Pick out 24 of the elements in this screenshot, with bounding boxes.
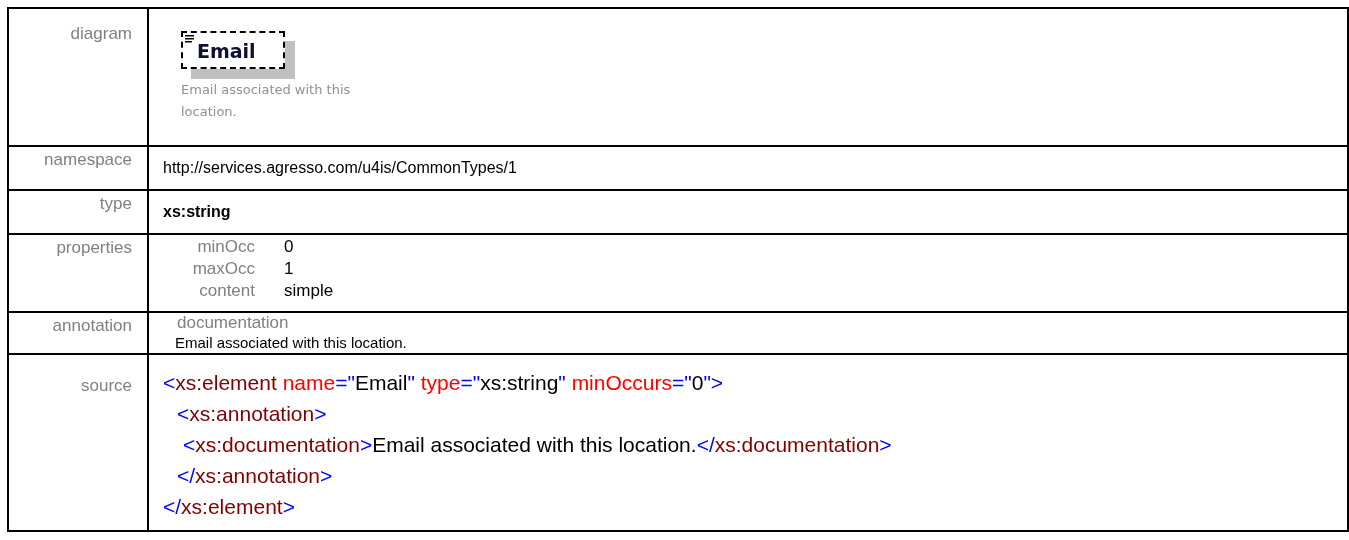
lines-icon bbox=[185, 35, 194, 43]
annotation-text: Email associated with this location. bbox=[175, 333, 408, 353]
code-line: <xs:annotation> bbox=[176, 401, 328, 427]
property-value: 0 bbox=[284, 236, 295, 258]
row-label: namespace bbox=[44, 150, 132, 169]
code-line: <xs:documentation>Email associated with this location.</xs:documentation> bbox=[182, 432, 893, 458]
code-line: <xs:element name="Email" type="xs:string" minOccurs="0"> bbox=[163, 370, 725, 396]
code-line: </xs:element> bbox=[163, 494, 296, 520]
row-value: http://services.agresso.com/u4is/CommonTypes/1 bbox=[163, 159, 517, 176]
row-label: type bbox=[99, 194, 132, 213]
diagram-caption: Email associated with this location. bbox=[181, 81, 352, 121]
property-value: simple bbox=[284, 280, 334, 302]
property-name: minOcc bbox=[196, 236, 255, 258]
code-line: </xs:annotation> bbox=[176, 463, 334, 489]
annotation-heading: documentation bbox=[177, 313, 290, 333]
property-name: content bbox=[198, 280, 255, 302]
row-label: diagram bbox=[70, 24, 132, 43]
row-label: annotation bbox=[52, 316, 132, 335]
property-name: maxOcc bbox=[191, 258, 255, 280]
row-label: properties bbox=[56, 238, 132, 257]
row-label: source bbox=[80, 376, 132, 395]
element-box: Email bbox=[181, 31, 285, 69]
row-value: xs:string bbox=[163, 203, 231, 220]
property-value: 1 bbox=[284, 258, 295, 280]
